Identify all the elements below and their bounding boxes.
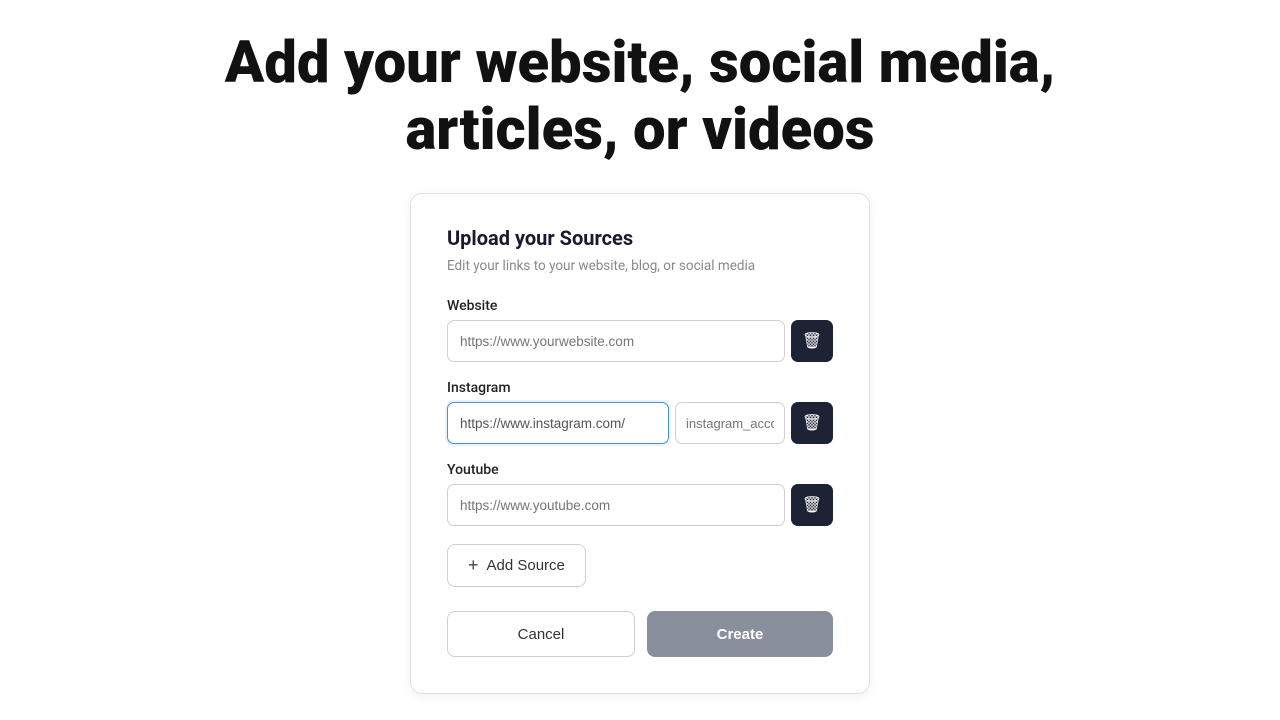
instagram-delete-button[interactable]: 🗑: [791, 402, 833, 444]
trash-icon: 🗑: [802, 331, 822, 351]
website-input[interactable]: [447, 320, 785, 362]
instagram-row: 🗑: [447, 402, 833, 444]
website-label: Website: [447, 298, 833, 314]
action-row: Cancel Create: [447, 611, 833, 657]
youtube-delete-button[interactable]: 🗑: [791, 484, 833, 526]
instagram-url-input[interactable]: [447, 402, 669, 444]
upload-sources-card: Upload your Sources Edit your links to y…: [410, 193, 870, 694]
plus-icon: +: [468, 555, 479, 576]
card-subtitle: Edit your links to your website, blog, o…: [447, 258, 833, 274]
youtube-row: 🗑: [447, 484, 833, 526]
card-title: Upload your Sources: [447, 226, 833, 250]
create-button[interactable]: Create: [647, 611, 833, 657]
add-source-label: Add Source: [487, 557, 565, 574]
instagram-label: Instagram: [447, 380, 833, 396]
website-delete-button[interactable]: 🗑: [791, 320, 833, 362]
instagram-account-input[interactable]: [675, 402, 785, 444]
add-source-button[interactable]: + Add Source: [447, 544, 586, 587]
cancel-button[interactable]: Cancel: [447, 611, 635, 657]
trash-icon: 🗑: [802, 413, 822, 433]
website-row: 🗑: [447, 320, 833, 362]
youtube-field-group: Youtube 🗑: [447, 462, 833, 526]
youtube-input[interactable]: [447, 484, 785, 526]
page-title: Add your website, social media, articles…: [225, 30, 1055, 163]
youtube-label: Youtube: [447, 462, 833, 478]
instagram-field-group: Instagram 🗑: [447, 380, 833, 444]
trash-icon: 🗑: [802, 495, 822, 515]
website-field-group: Website 🗑: [447, 298, 833, 362]
